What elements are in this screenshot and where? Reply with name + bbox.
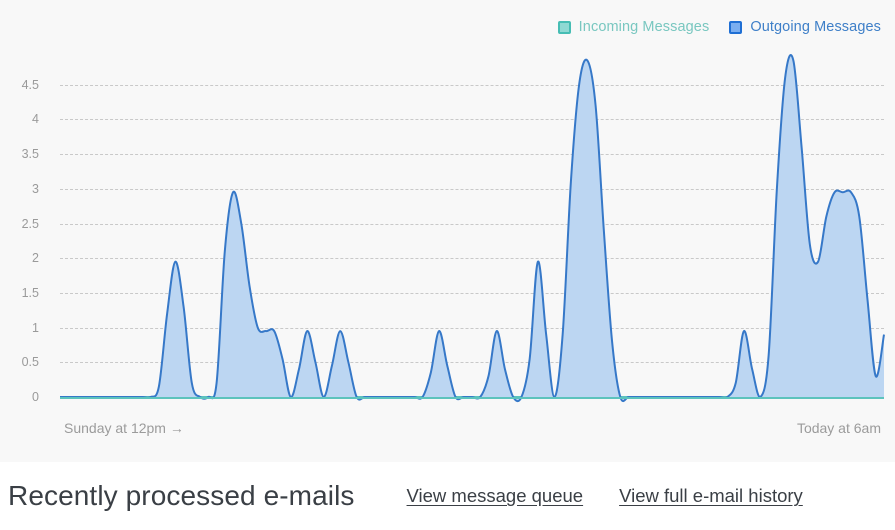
- x-axis-end-label: Today at 6am: [796, 420, 881, 436]
- legend-swatch-outgoing-icon: [729, 20, 743, 34]
- y-axis-tick-label: 2.5: [21, 216, 39, 231]
- view-message-queue-link[interactable]: View message queue: [407, 485, 584, 507]
- chart-plot-area: 0 0.5 1 1.5 2 2.5 3 3.5 4 4.5: [22, 54, 885, 404]
- y-axis-tick-label: 1.5: [21, 285, 39, 300]
- y-axis-tick-label: 0: [32, 390, 39, 404]
- chart-series-layer: [60, 54, 885, 403]
- page-title: Recently processed e-mails: [8, 480, 355, 511]
- view-full-email-history-link[interactable]: View full e-mail history: [619, 485, 803, 507]
- chart-baseline-axis: [60, 397, 884, 399]
- y-axis-tick-label: 4.5: [21, 77, 39, 92]
- legend-item-incoming[interactable]: Incoming Messages: [557, 19, 710, 35]
- email-activity-widget: Incoming Messages Outgoing Messages 0 0.5…: [0, 0, 895, 530]
- y-axis-tick-label: 0.5: [21, 355, 39, 370]
- series-area-outgoing: [60, 55, 884, 402]
- footer-links: View message queue View full e-mail hist…: [407, 485, 803, 507]
- chart-legend: Incoming Messages Outgoing Messages: [557, 15, 881, 39]
- y-axis-tick-label: 2: [32, 251, 39, 266]
- footer-bar: Recently processed e-mails View message …: [0, 462, 895, 530]
- y-axis-tick-label: 3: [32, 181, 39, 196]
- legend-label-outgoing: Outgoing Messages: [750, 19, 881, 35]
- legend-swatch-incoming-icon: [557, 20, 571, 34]
- legend-item-outgoing[interactable]: Outgoing Messages: [729, 19, 881, 35]
- y-axis-tick-label: 1: [32, 320, 39, 335]
- legend-label-incoming: Incoming Messages: [578, 19, 710, 35]
- y-axis-tick-label: 3.5: [21, 147, 39, 162]
- x-axis-start-label: Sunday at 12pm →: [64, 420, 184, 436]
- chart-panel: Incoming Messages Outgoing Messages 0 0.5…: [0, 0, 895, 462]
- y-axis-tick-label: 4: [32, 112, 39, 127]
